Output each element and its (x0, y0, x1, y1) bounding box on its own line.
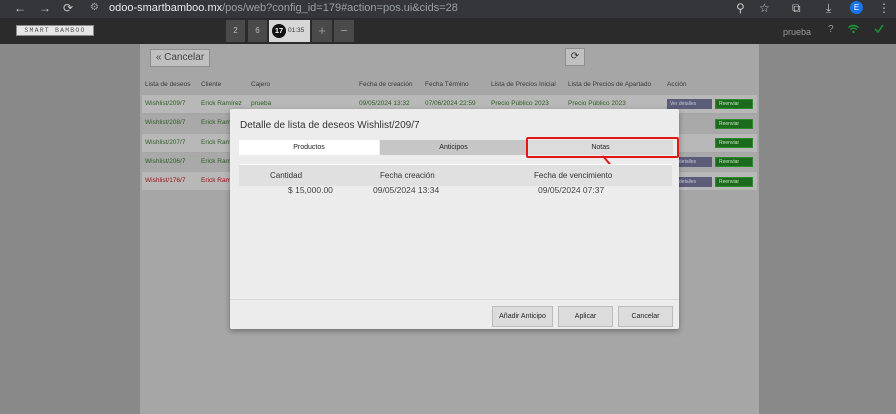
column-header: Lista de Precios Inicial (491, 81, 556, 88)
profile-avatar[interactable]: E (850, 1, 863, 14)
url-host: odoo-smartbamboo.mx (109, 2, 223, 14)
wishlist-detail-modal: Detalle de lista de deseos Wishlist/209/… (230, 109, 679, 329)
resend-button[interactable]: Reenviar (715, 99, 753, 109)
order-time: 01:35 (288, 27, 305, 34)
download-icon[interactable]: ⤓ (826, 1, 831, 16)
order-tab[interactable]: 6 (248, 20, 267, 42)
due-date-cell: 09/05/2024 07:37 (538, 185, 605, 195)
column-header: Fecha creación (380, 171, 435, 180)
tab-anticipos[interactable]: Anticipos (380, 140, 527, 155)
pricelist-cell: Precio Público 2023 (491, 100, 549, 107)
column-header: Fecha de vencimiento (534, 171, 613, 180)
site-info-icon[interactable]: ⚙ (90, 2, 99, 13)
column-header: Lista de deseos (145, 81, 191, 88)
wishlist-name: Wishlist/206/7 (145, 158, 186, 165)
column-header: Acción (667, 81, 687, 88)
url-path: /pos/web?config_id=179#action=pos.ui&cid… (222, 2, 458, 14)
pos-top-bar: SMART BAMBOO 2 6 17 01:35 + − prueba ? (0, 18, 896, 44)
order-number-badge: 17 (272, 24, 286, 38)
client-name: Erick Ramírez (201, 100, 242, 107)
column-header: Lista de Precios de Apartado (568, 81, 652, 88)
address-bar[interactable]: odoo-smartbamboo.mx/pos/web?config_id=17… (109, 2, 458, 14)
resend-button[interactable]: Reenviar (715, 157, 753, 167)
client-name: Erick Ram (201, 119, 231, 126)
wishlist-name: Wishlist/207/7 (145, 139, 186, 146)
cashier-name[interactable]: prueba (783, 27, 811, 37)
column-header: Cantidad (270, 171, 303, 180)
forward-icon[interactable]: → (39, 1, 51, 15)
remove-order-button[interactable]: − (334, 20, 354, 42)
wishlist-name: Wishlist/209/7 (145, 100, 186, 107)
pricelist-cell: Precio Público 2023 (568, 100, 626, 107)
reload-icon[interactable]: ⟳ (63, 1, 73, 15)
resend-button[interactable]: Reenviar (715, 177, 753, 187)
cancel-button[interactable]: « Cancelar (150, 49, 210, 67)
modal-table-header: Cantidad Fecha creación Fecha de vencimi… (239, 164, 672, 186)
add-order-button[interactable]: + (312, 20, 332, 42)
resend-button[interactable]: Reenviar (715, 138, 753, 148)
apply-button[interactable]: Aplicar (558, 306, 613, 327)
client-name: Erick Ram (201, 177, 231, 184)
refresh-icon[interactable]: ⟳ (565, 48, 585, 66)
bookmark-star-icon[interactable]: ☆ (759, 1, 770, 15)
tab-productos[interactable]: Productos (239, 140, 379, 155)
column-header: Cliente (201, 81, 222, 88)
client-name: Erick Ram (201, 139, 231, 146)
zoom-icon[interactable]: ⚲ (736, 1, 745, 15)
resend-button[interactable]: Reenviar (715, 119, 753, 129)
back-icon[interactable]: ← (14, 1, 26, 15)
cashier-cell: prueba (251, 100, 272, 107)
modal-footer: Añadir Anticipo Aplicar Cancelar (230, 299, 679, 329)
browser-menu-icon[interactable]: ⋮ (878, 1, 890, 15)
order-tab[interactable]: 2 (226, 20, 245, 42)
wishlist-name: Wishlist/208/7 (145, 119, 186, 126)
add-advance-button[interactable]: Añadir Anticipo (492, 306, 553, 327)
client-name: Erick Ram (201, 158, 231, 165)
wifi-icon (848, 24, 859, 37)
wishlist-name: Wishlist/176/7 (145, 177, 186, 184)
column-header: Fecha de creación (359, 81, 413, 88)
cancel-button[interactable]: Cancelar (618, 306, 673, 327)
order-tab-active[interactable]: 17 01:35 (269, 20, 310, 42)
view-details-button[interactable]: Ver detalles (667, 99, 712, 109)
end-date-cell: 07/06/2024 22:59 (425, 100, 476, 107)
created-cell: 09/05/2024 13:32 (359, 100, 410, 107)
help-icon[interactable]: ? (828, 24, 834, 35)
amount-cell: $ 15,000.00 (288, 185, 333, 195)
column-header: Cajero (251, 81, 271, 88)
sync-check-icon (874, 24, 884, 37)
brand-logo: SMART BAMBOO (16, 25, 94, 36)
modal-title: Detalle de lista de deseos Wishlist/209/… (240, 120, 420, 131)
extensions-icon[interactable]: ⧉ (792, 1, 801, 16)
created-date-cell: 09/05/2024 13:34 (373, 185, 440, 195)
column-header: Fecha Término (425, 81, 469, 88)
browser-toolbar: ← → ⟳ ⚙ odoo-smartbamboo.mx/pos/web?conf… (0, 0, 896, 18)
